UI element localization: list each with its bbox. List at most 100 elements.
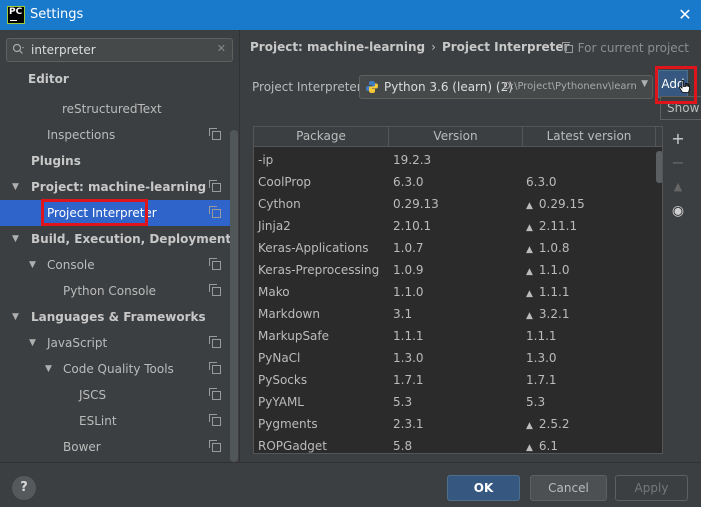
project-scope-icon bbox=[209, 336, 221, 348]
package-name-cell: PyYAML bbox=[258, 395, 304, 409]
latest-version-value: 1.1.0 bbox=[538, 263, 570, 277]
project-scope-icon bbox=[209, 128, 221, 140]
version-cell: 1.0.9 bbox=[393, 263, 424, 277]
upgrade-available-icon: ▲ bbox=[526, 223, 533, 233]
tree-item-label: Bower bbox=[63, 440, 101, 454]
add-package-button[interactable]: + bbox=[667, 128, 689, 150]
table-row[interactable]: MarkupSafe 1.1.1 1.1.1 bbox=[254, 325, 656, 347]
table-row[interactable]: Jinja2 2.10.1 ▲ 2.11.1 bbox=[254, 215, 656, 237]
for-current-label: For current project bbox=[577, 41, 689, 55]
package-name-cell: PyNaCl bbox=[258, 351, 301, 365]
tree-item-python-console[interactable]: Python Console bbox=[0, 278, 232, 304]
latest-version-value: 6.3.0 bbox=[526, 175, 557, 189]
tree-item-label: Build, Execution, Deployment bbox=[31, 232, 232, 246]
latest-version-value: 1.7.1 bbox=[526, 373, 557, 387]
expand-arrow-icon[interactable]: ▼ bbox=[29, 252, 41, 278]
expand-arrow-icon[interactable]: ▼ bbox=[45, 356, 57, 382]
sidebar-scrollbar[interactable] bbox=[230, 130, 238, 462]
latest-version-value: 2.5.2 bbox=[538, 417, 570, 431]
search-icon bbox=[12, 43, 26, 58]
table-row[interactable]: PyYAML 5.3 5.3 bbox=[254, 391, 656, 413]
tree-item-build[interactable]: ▼ Build, Execution, Deployment bbox=[0, 226, 232, 252]
version-cell: 19.2.3 bbox=[393, 153, 432, 167]
table-row[interactable]: ROPGadget 5.8 ▲ 6.1 bbox=[254, 435, 656, 453]
column-header-package[interactable]: Package bbox=[254, 127, 389, 147]
close-icon[interactable]: ✕ bbox=[675, 5, 695, 25]
help-button[interactable]: ? bbox=[12, 476, 36, 500]
ok-button[interactable]: OK bbox=[447, 475, 520, 501]
table-row[interactable]: Markdown 3.1 ▲ 3.2.1 bbox=[254, 303, 656, 325]
table-row[interactable]: Mako 1.1.0 ▲ 1.1.1 bbox=[254, 281, 656, 303]
upgrade-available-icon: ▲ bbox=[526, 443, 533, 453]
tree-item-project-interpreter[interactable]: Project Interpreter bbox=[0, 200, 232, 226]
pycharm-icon: PC bbox=[7, 6, 25, 24]
interpreter-select[interactable]: Python 3.6 (learn) (2) D:\Project\Python… bbox=[359, 75, 653, 99]
tree-item-inspections[interactable]: Inspections bbox=[0, 122, 232, 148]
project-scope-icon bbox=[209, 284, 221, 296]
column-header-latest[interactable]: Latest version bbox=[523, 127, 656, 147]
table-row[interactable]: Keras-Preprocessing 1.0.9 ▲ 1.1.0 bbox=[254, 259, 656, 281]
tree-item-label: Console bbox=[47, 258, 95, 272]
search-box[interactable]: ✕ bbox=[6, 38, 233, 62]
tree-item-languages[interactable]: ▼ Languages & Frameworks bbox=[0, 304, 232, 330]
upgrade-available-icon: ▲ bbox=[526, 201, 533, 211]
latest-version-cell: 1.3.0 bbox=[526, 347, 557, 369]
tree-item-label: Python Console bbox=[63, 284, 157, 298]
tree-item-jscs[interactable]: JSCS bbox=[0, 382, 232, 408]
tree-item-editor[interactable]: Editor bbox=[0, 66, 232, 92]
package-name-cell: MarkupSafe bbox=[258, 329, 330, 343]
python-icon bbox=[365, 80, 379, 94]
latest-version-value: 3.2.1 bbox=[538, 307, 570, 321]
version-cell: 6.3.0 bbox=[393, 175, 424, 189]
tree-item-bower[interactable]: Bower bbox=[0, 434, 232, 460]
tree-item-restructured-text[interactable]: reStructuredText bbox=[0, 96, 232, 122]
remove-package-button[interactable]: − bbox=[667, 152, 689, 174]
clear-search-icon[interactable]: ✕ bbox=[217, 42, 226, 55]
show-early-releases-icon[interactable]: ◉ bbox=[667, 200, 689, 222]
chevron-down-icon[interactable]: ▼ bbox=[641, 79, 648, 89]
show-all-button[interactable]: Show bbox=[660, 96, 701, 120]
table-row[interactable]: -ip 19.2.3 bbox=[254, 149, 656, 171]
package-name-cell: Jinja2 bbox=[258, 219, 291, 233]
table-row[interactable]: PyNaCl 1.3.0 1.3.0 bbox=[254, 347, 656, 369]
tree-item-javascript[interactable]: ▼ JavaScript bbox=[0, 330, 232, 356]
tree-item-console[interactable]: ▼ Console bbox=[0, 252, 232, 278]
search-input[interactable] bbox=[31, 42, 211, 58]
table-row[interactable]: Keras-Applications 1.0.7 ▲ 1.0.8 bbox=[254, 237, 656, 259]
hand-cursor-icon bbox=[678, 80, 691, 94]
version-cell: 2.3.1 bbox=[393, 417, 424, 431]
table-row[interactable]: PySocks 1.7.1 1.7.1 bbox=[254, 369, 656, 391]
expand-arrow-icon[interactable]: ▼ bbox=[12, 226, 24, 252]
latest-version-value: 1.3.0 bbox=[526, 351, 557, 365]
tree-item-label: ESLint bbox=[79, 414, 117, 428]
latest-version-cell: ▲ 1.1.0 bbox=[526, 259, 569, 283]
tree-item-code-quality-tools[interactable]: ▼ Code Quality Tools bbox=[0, 356, 232, 382]
settings-window: PC Settings ✕ ✕ Editor reStructuredText … bbox=[0, 0, 701, 507]
expand-arrow-icon[interactable]: ▼ bbox=[12, 304, 24, 330]
cancel-button[interactable]: Cancel bbox=[530, 475, 607, 501]
table-scrollbar[interactable] bbox=[656, 151, 662, 183]
upgrade-package-button[interactable]: ▲ bbox=[667, 176, 689, 198]
tree-item-plugins[interactable]: Plugins bbox=[0, 148, 232, 174]
version-cell: 3.1 bbox=[393, 307, 413, 321]
tree-item-label: Plugins bbox=[31, 154, 81, 168]
column-header-version[interactable]: Version bbox=[389, 127, 523, 147]
tree-item-eslint[interactable]: ESLint bbox=[0, 408, 232, 434]
table-row[interactable]: CoolProp 6.3.0 6.3.0 bbox=[254, 171, 656, 193]
package-name-cell: Keras-Preprocessing bbox=[258, 263, 380, 277]
table-row[interactable]: Pygments 2.3.1 ▲ 2.5.2 bbox=[254, 413, 656, 435]
tree-item-label: Inspections bbox=[47, 128, 116, 142]
latest-version-value: 2.11.1 bbox=[538, 219, 578, 233]
latest-version-cell: 1.7.1 bbox=[526, 369, 557, 391]
settings-sidebar: ✕ Editor reStructuredText Inspections Pl… bbox=[0, 30, 240, 462]
project-scope-icon bbox=[561, 42, 573, 53]
latest-version-cell: 1.1.1 bbox=[526, 325, 557, 347]
expand-arrow-icon[interactable]: ▼ bbox=[29, 330, 41, 356]
tree-item-project[interactable]: ▼ Project: machine-learning bbox=[0, 174, 232, 200]
table-row[interactable]: Cython 0.29.13 ▲ 0.29.15 bbox=[254, 193, 656, 215]
apply-button[interactable]: Apply bbox=[615, 475, 688, 501]
project-scope-icon bbox=[209, 206, 221, 218]
main-panel: Project: machine-learning › Project Interp… bbox=[241, 30, 701, 462]
tree-item-label: Project Interpreter bbox=[47, 206, 157, 220]
expand-arrow-icon[interactable]: ▼ bbox=[12, 174, 24, 200]
